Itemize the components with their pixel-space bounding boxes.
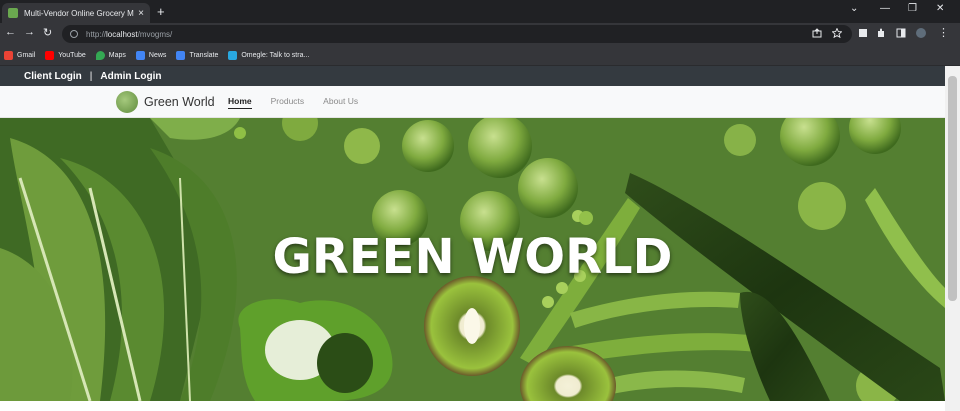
bookmark-maps[interactable]: Maps bbox=[95, 50, 126, 60]
bookmark-label: Translate bbox=[189, 51, 219, 59]
tab-close-icon[interactable]: × bbox=[138, 8, 144, 19]
login-topbar: Client Login | Admin Login bbox=[0, 66, 945, 86]
profile-avatar[interactable] bbox=[916, 28, 926, 38]
page-below-hero bbox=[0, 401, 945, 411]
admin-login-link[interactable]: Admin Login bbox=[100, 71, 161, 82]
back-arrow-icon[interactable]: ← bbox=[5, 26, 16, 38]
gmail-icon bbox=[4, 50, 13, 60]
bookmark-label: News bbox=[148, 51, 167, 59]
client-login-link[interactable]: Client Login bbox=[24, 71, 82, 82]
brand-logo-icon bbox=[116, 91, 138, 113]
omegle-icon bbox=[228, 50, 238, 60]
nav-link-products[interactable]: Products bbox=[271, 96, 305, 109]
brand-name: Green World bbox=[144, 95, 215, 109]
bookmark-omegle[interactable]: Omegle: Talk to stra... bbox=[228, 50, 310, 60]
hero-banner: GREEN WORLD bbox=[0, 118, 945, 401]
bookmark-translate[interactable]: Translate bbox=[176, 50, 219, 60]
bookmark-star-icon[interactable] bbox=[832, 28, 842, 38]
bookmark-label: Omegle: Talk to stra... bbox=[241, 51, 310, 59]
url-prefix: http:// bbox=[86, 29, 107, 39]
chevron-down-icon[interactable]: ⌄ bbox=[850, 3, 858, 14]
url-path: /mvogms/ bbox=[137, 29, 173, 39]
reload-icon[interactable]: ↻ bbox=[43, 26, 52, 39]
forward-arrow-icon[interactable]: → bbox=[24, 26, 35, 38]
bookmark-label: YouTube bbox=[58, 51, 86, 59]
browser-tab-strip: Multi-Vendor Online Grocery M × + ⌄ — ❐ … bbox=[0, 0, 960, 23]
brand-link[interactable]: Green World bbox=[116, 91, 215, 113]
nav-link-about-us[interactable]: About Us bbox=[323, 96, 358, 109]
new-tab-button[interactable]: + bbox=[157, 4, 165, 19]
site-navbar: Green World Home Products About Us bbox=[0, 86, 945, 118]
scrollbar-thumb[interactable] bbox=[948, 76, 957, 301]
bookmark-label: Maps bbox=[108, 51, 126, 59]
browser-toolbar: ← → ↻ http://localhost/mvogms/ ⋮ bbox=[0, 23, 960, 45]
page-scrollbar[interactable] bbox=[945, 66, 960, 411]
bookmarks-bar: Gmail YouTube Maps News Translate Omegle… bbox=[0, 45, 960, 66]
maps-icon bbox=[95, 50, 105, 60]
tab-favicon-icon bbox=[8, 8, 18, 18]
youtube-icon bbox=[45, 50, 55, 60]
site-info-icon[interactable] bbox=[70, 30, 78, 38]
kebab-menu-icon[interactable]: ⋮ bbox=[938, 26, 949, 39]
bookmark-label: Gmail bbox=[17, 51, 36, 59]
bookmark-gmail[interactable]: Gmail bbox=[4, 50, 36, 60]
bookmark-news[interactable]: News bbox=[135, 50, 167, 60]
nav-link-home[interactable]: Home bbox=[228, 96, 252, 109]
close-window-icon[interactable]: ✕ bbox=[936, 3, 944, 14]
extensions-icon[interactable] bbox=[876, 28, 886, 38]
bookmark-youtube[interactable]: YouTube bbox=[45, 50, 86, 60]
news-icon bbox=[135, 50, 145, 60]
topbar-separator: | bbox=[89, 70, 93, 82]
reading-list-icon[interactable] bbox=[858, 28, 868, 38]
hero-title: GREEN WORLD bbox=[272, 229, 673, 285]
nav-links: Home Products About Us bbox=[228, 96, 377, 109]
maximize-icon[interactable]: ❐ bbox=[908, 3, 917, 14]
side-panel-icon[interactable] bbox=[896, 28, 906, 38]
translate-icon bbox=[176, 50, 186, 60]
share-icon[interactable] bbox=[812, 28, 822, 38]
url-host: localhost bbox=[106, 29, 138, 39]
address-bar[interactable]: http://localhost/mvogms/ bbox=[62, 25, 852, 43]
tab-title: Multi-Vendor Online Grocery M bbox=[24, 8, 134, 18]
minimize-icon[interactable]: — bbox=[880, 3, 890, 14]
browser-tab[interactable]: Multi-Vendor Online Grocery M × bbox=[2, 3, 150, 23]
